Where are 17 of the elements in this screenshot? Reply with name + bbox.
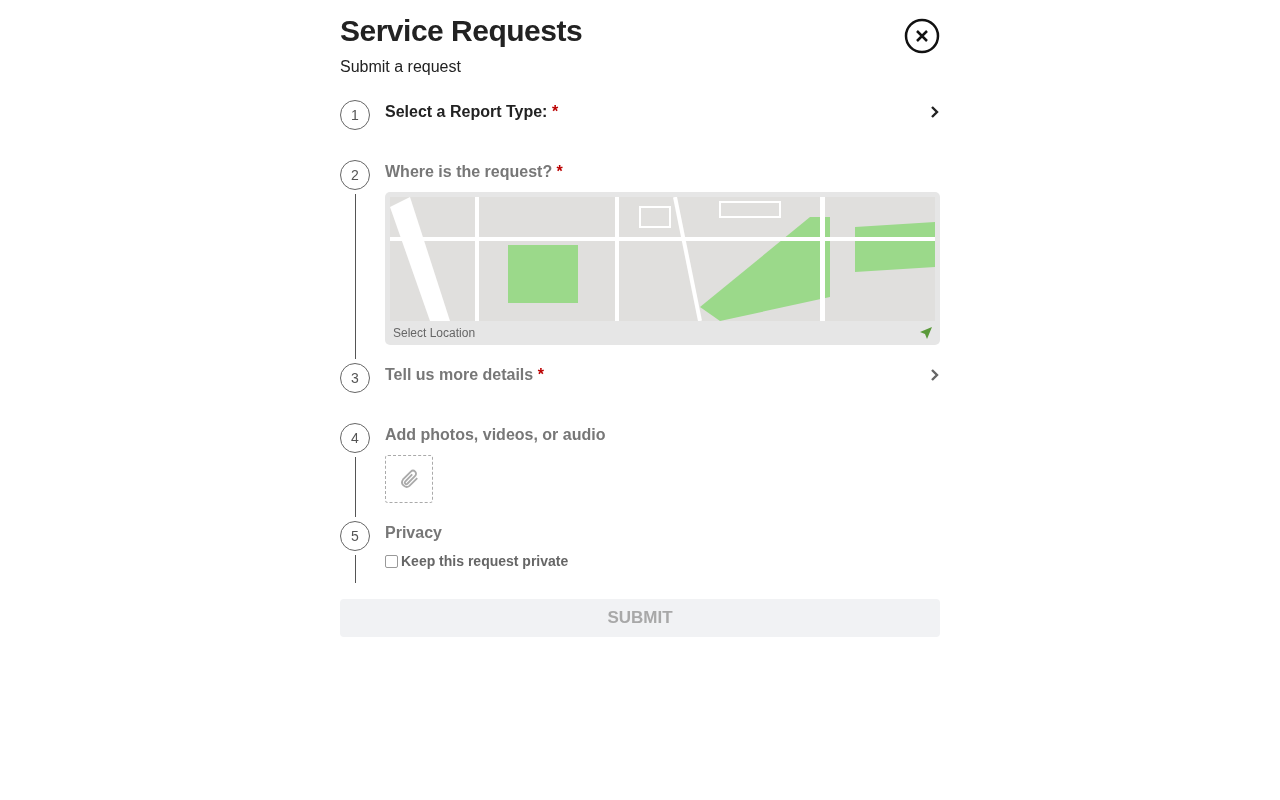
- page-title: Service Requests: [340, 14, 583, 48]
- attach-button[interactable]: [385, 455, 433, 503]
- checkbox[interactable]: [385, 554, 398, 568]
- step-label: Select a Report Type: *: [385, 103, 559, 121]
- paperclip-icon: [398, 468, 420, 490]
- checkbox-label: Keep this request private: [401, 553, 569, 569]
- page-subtitle: Submit a request: [340, 58, 462, 76]
- map-caption: Select Location: [393, 326, 476, 340]
- step-label: Privacy: [385, 524, 442, 542]
- step-label: Add photos, videos, or audio: [385, 426, 606, 444]
- map-panel[interactable]: Select Location: [385, 192, 940, 345]
- chevron-right-icon: [930, 368, 940, 382]
- close-button[interactable]: [904, 18, 940, 54]
- chevron-right-icon: [930, 105, 940, 119]
- step-label: Where is the request? *: [385, 163, 563, 181]
- location-arrow-icon[interactable]: [920, 327, 932, 339]
- step-label: Tell us more details *: [385, 366, 544, 384]
